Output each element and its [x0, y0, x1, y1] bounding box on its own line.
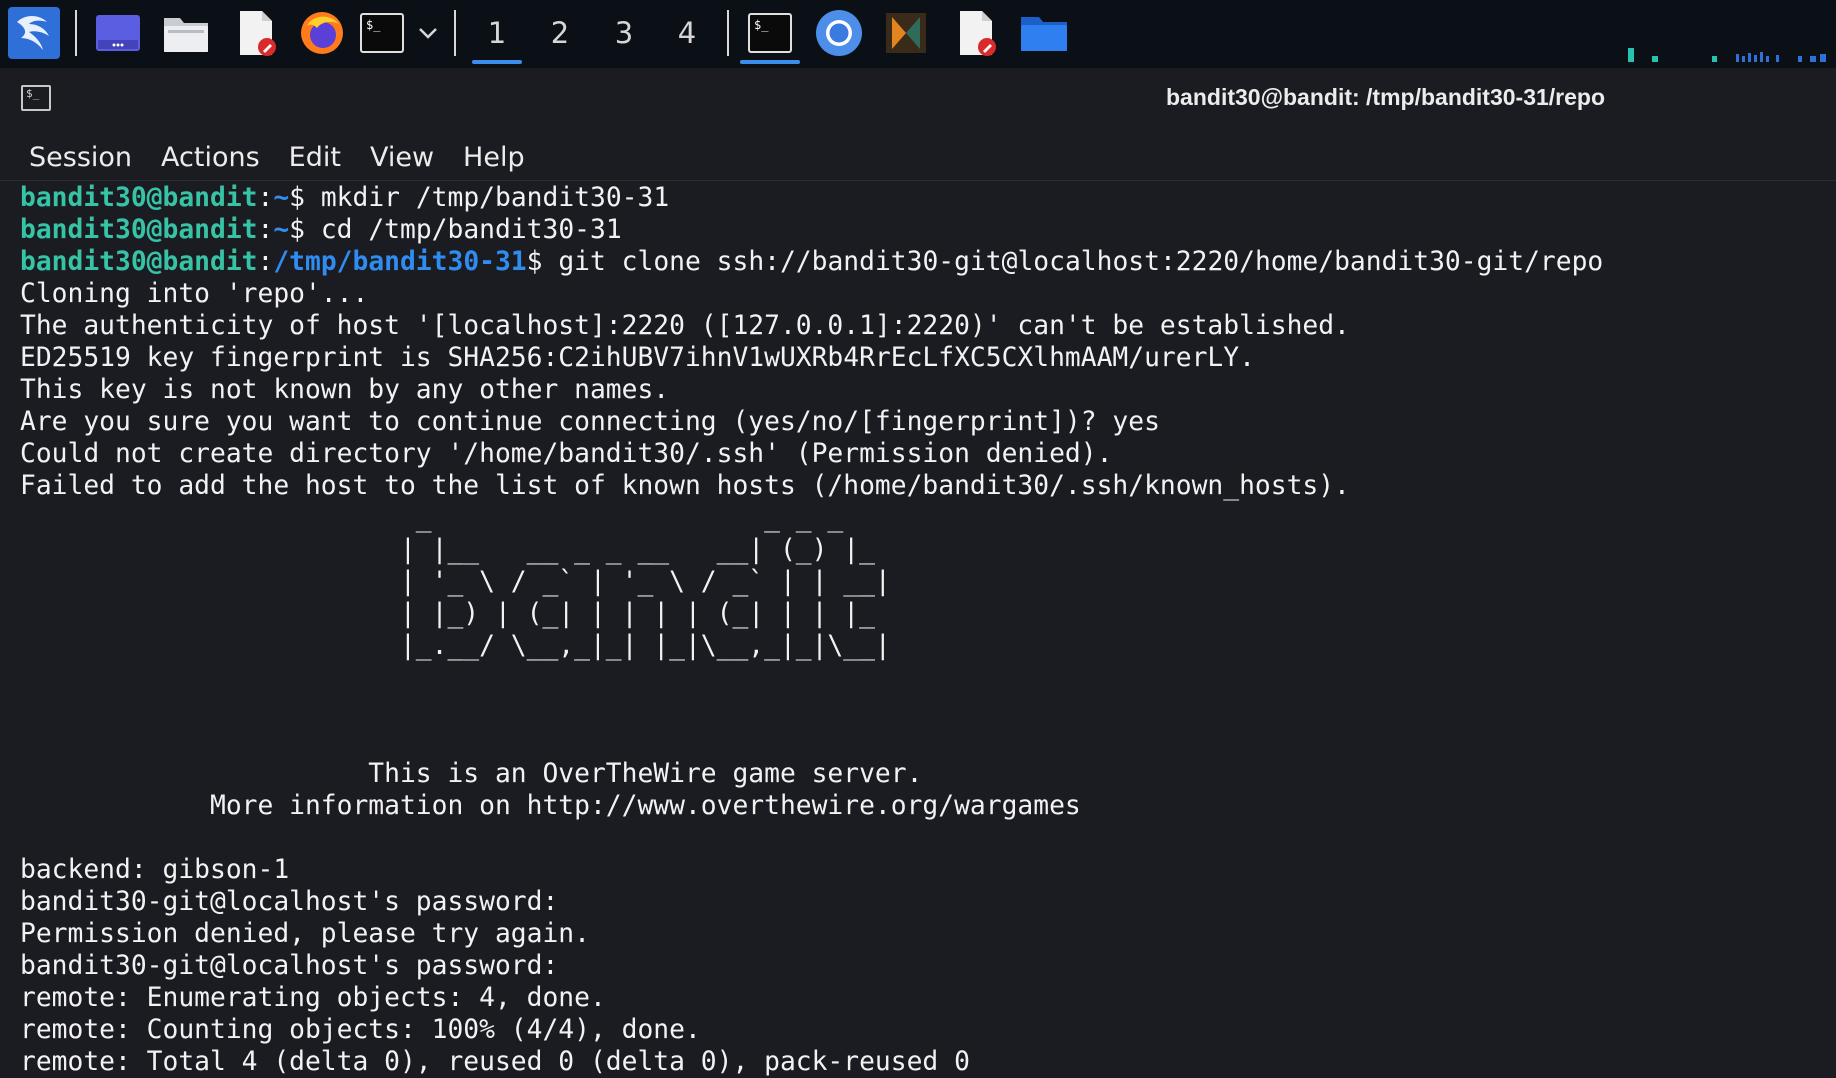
chevron-down-icon	[419, 28, 437, 39]
menu-session[interactable]: Session	[29, 142, 132, 173]
menu-help[interactable]: Help	[463, 142, 525, 173]
firefox-button[interactable]	[296, 4, 348, 62]
taskbar-separator	[727, 10, 729, 56]
terminal-dropdown-button[interactable]	[414, 4, 442, 62]
kali-dragon-icon	[8, 7, 60, 59]
terminal-launcher-button[interactable]: $_	[358, 4, 406, 62]
window-titlebar[interactable]: $_ bandit30@bandit: /tmp/bandit30-31/rep…	[0, 68, 1836, 134]
desktop-icon	[96, 15, 140, 51]
prompt-path: /tmp/bandit30-31	[273, 247, 527, 277]
prompt-user: bandit30@bandit	[20, 247, 258, 277]
terminal-window-icon: $_	[21, 85, 51, 111]
workspace-label: 1	[487, 16, 507, 50]
prompt-symbol: $	[289, 183, 321, 213]
terminal-output-line: |_.__/ \__,_|_| |_|\__,_|_|\__|	[20, 631, 891, 661]
menu-actions[interactable]: Actions	[161, 142, 260, 173]
terminal-output-line: | '_ \ / _` | '_ \ / _` | | __|	[20, 567, 891, 597]
workspace-4-button[interactable]: 4	[660, 4, 714, 62]
prompt-separator: :	[257, 183, 274, 213]
terminal-window: $_ bandit30@bandit: /tmp/bandit30-31/rep…	[0, 68, 1836, 1078]
file-manager-button[interactable]	[160, 4, 212, 62]
terminal-prompt-line: bandit30@bandit:~$ mkdir /tmp/bandit30-3…	[20, 182, 1836, 214]
taskbar-window-terminal[interactable]: $_	[738, 4, 802, 64]
burp-icon	[886, 13, 926, 53]
taskbar-window-burp[interactable]	[880, 4, 932, 62]
terminal-output-line: | |__ __ _ _ __ __| (_) |_	[20, 535, 891, 565]
terminal-output-line: Permission denied, please try again.	[20, 919, 590, 949]
svg-text:$_: $_	[754, 18, 769, 32]
text-editor-icon	[960, 11, 996, 56]
prompt-symbol: $	[526, 247, 559, 277]
cpu-graph	[1620, 4, 1832, 62]
taskbar: $_ 1 2 3 4 $_	[0, 0, 1836, 69]
text-editor-icon	[240, 11, 276, 56]
terminal-output-line: | |_) | (_| | | | | (_| | | |_	[20, 599, 891, 629]
terminal-output-line: This is an OverTheWire game server.	[20, 759, 923, 789]
terminal-output-line: The authenticity of host '[localhost]:22…	[20, 311, 1350, 341]
taskbar-window-chromium[interactable]	[812, 4, 866, 62]
terminal-icon: $_	[748, 13, 792, 53]
prompt-path: ~	[273, 215, 290, 245]
terminal-output-line: bandit30-git@localhost's password:	[20, 887, 559, 917]
terminal-output-line: ED25519 key fingerprint is SHA256:C2ihUB…	[20, 343, 1255, 373]
blue-folder-icon	[1021, 17, 1067, 51]
prompt-user: bandit30@bandit	[20, 183, 258, 213]
menu-edit[interactable]: Edit	[289, 142, 341, 173]
prompt-symbol: $	[289, 215, 321, 245]
folder-icon	[164, 18, 208, 52]
terminal-output-lines: Cloning into 'repo'... The authenticity o…	[20, 278, 1836, 1078]
show-desktop-button[interactable]	[92, 4, 144, 62]
terminal-output-line: Could not create directory '/home/bandit…	[20, 439, 1113, 469]
kali-menu-button[interactable]	[6, 4, 62, 62]
terminal-output-line: Cloning into 'repo'...	[20, 279, 369, 309]
taskbar-window-text-editor[interactable]	[950, 4, 1002, 62]
terminal-icon: $_	[360, 13, 404, 53]
workspace-3-button[interactable]: 3	[597, 4, 651, 62]
firefox-icon	[301, 12, 343, 54]
window-title: bandit30@bandit: /tmp/bandit30-31/repo	[1166, 84, 1606, 110]
terminal-output-line: This key is not known by any other names…	[20, 375, 670, 405]
terminal-output-line: backend: gibson-1	[20, 855, 290, 885]
text-editor-button[interactable]	[230, 4, 282, 62]
terminal-output[interactable]: bandit30@bandit:~$ mkdir /tmp/bandit30-3…	[0, 182, 1836, 1078]
active-workspace-indicator	[472, 60, 522, 64]
workspace-label: 2	[550, 16, 570, 50]
terminal-output-line: remote: Counting objects: 100% (4/4), do…	[20, 1015, 701, 1045]
prompt-user: bandit30@bandit	[20, 215, 258, 245]
active-window-indicator	[740, 60, 800, 64]
menu-view[interactable]: View	[370, 142, 434, 173]
svg-text:$_: $_	[366, 18, 381, 32]
workspace-label: 3	[614, 16, 634, 50]
prompt-separator: :	[257, 215, 274, 245]
terminal-output-line: remote: Total 4 (delta 0), reused 0 (del…	[20, 1047, 970, 1077]
taskbar-separator	[75, 10, 77, 56]
terminal-output-line: Failed to add the host to the list of kn…	[20, 471, 1350, 501]
cpu-graph-icon	[1628, 48, 1826, 62]
menu-bar: Session Actions Edit View Help	[0, 134, 1836, 181]
prompt-command: cd /tmp/bandit30-31	[320, 215, 622, 245]
chromium-icon	[816, 10, 862, 56]
terminal-output-line: More information on http://www.overthewi…	[20, 791, 1081, 821]
workspace-2-button[interactable]: 2	[533, 4, 587, 62]
terminal-prompt-line: bandit30@bandit:/tmp/bandit30-31$ git cl…	[20, 246, 1836, 278]
prompt-command: mkdir /tmp/bandit30-31	[320, 183, 670, 213]
terminal-output-line: remote: Enumerating objects: 4, done.	[20, 983, 606, 1013]
prompt-command: git clone ssh://bandit30-git@localhost:2…	[558, 247, 1604, 277]
taskbar-window-file-manager[interactable]	[1016, 4, 1072, 62]
terminal-output-line: _ _ _ _	[20, 503, 891, 533]
workspace-label: 4	[677, 16, 697, 50]
prompt-path: ~	[273, 183, 290, 213]
terminal-prompt-line: bandit30@bandit:~$ cd /tmp/bandit30-31	[20, 214, 1836, 246]
taskbar-separator	[454, 10, 456, 56]
workspace-1-button[interactable]: 1	[470, 4, 524, 64]
terminal-output-line: Are you sure you want to continue connec…	[20, 407, 1160, 437]
prompt-separator: :	[257, 247, 274, 277]
terminal-output-line: bandit30-git@localhost's password:	[20, 951, 559, 981]
